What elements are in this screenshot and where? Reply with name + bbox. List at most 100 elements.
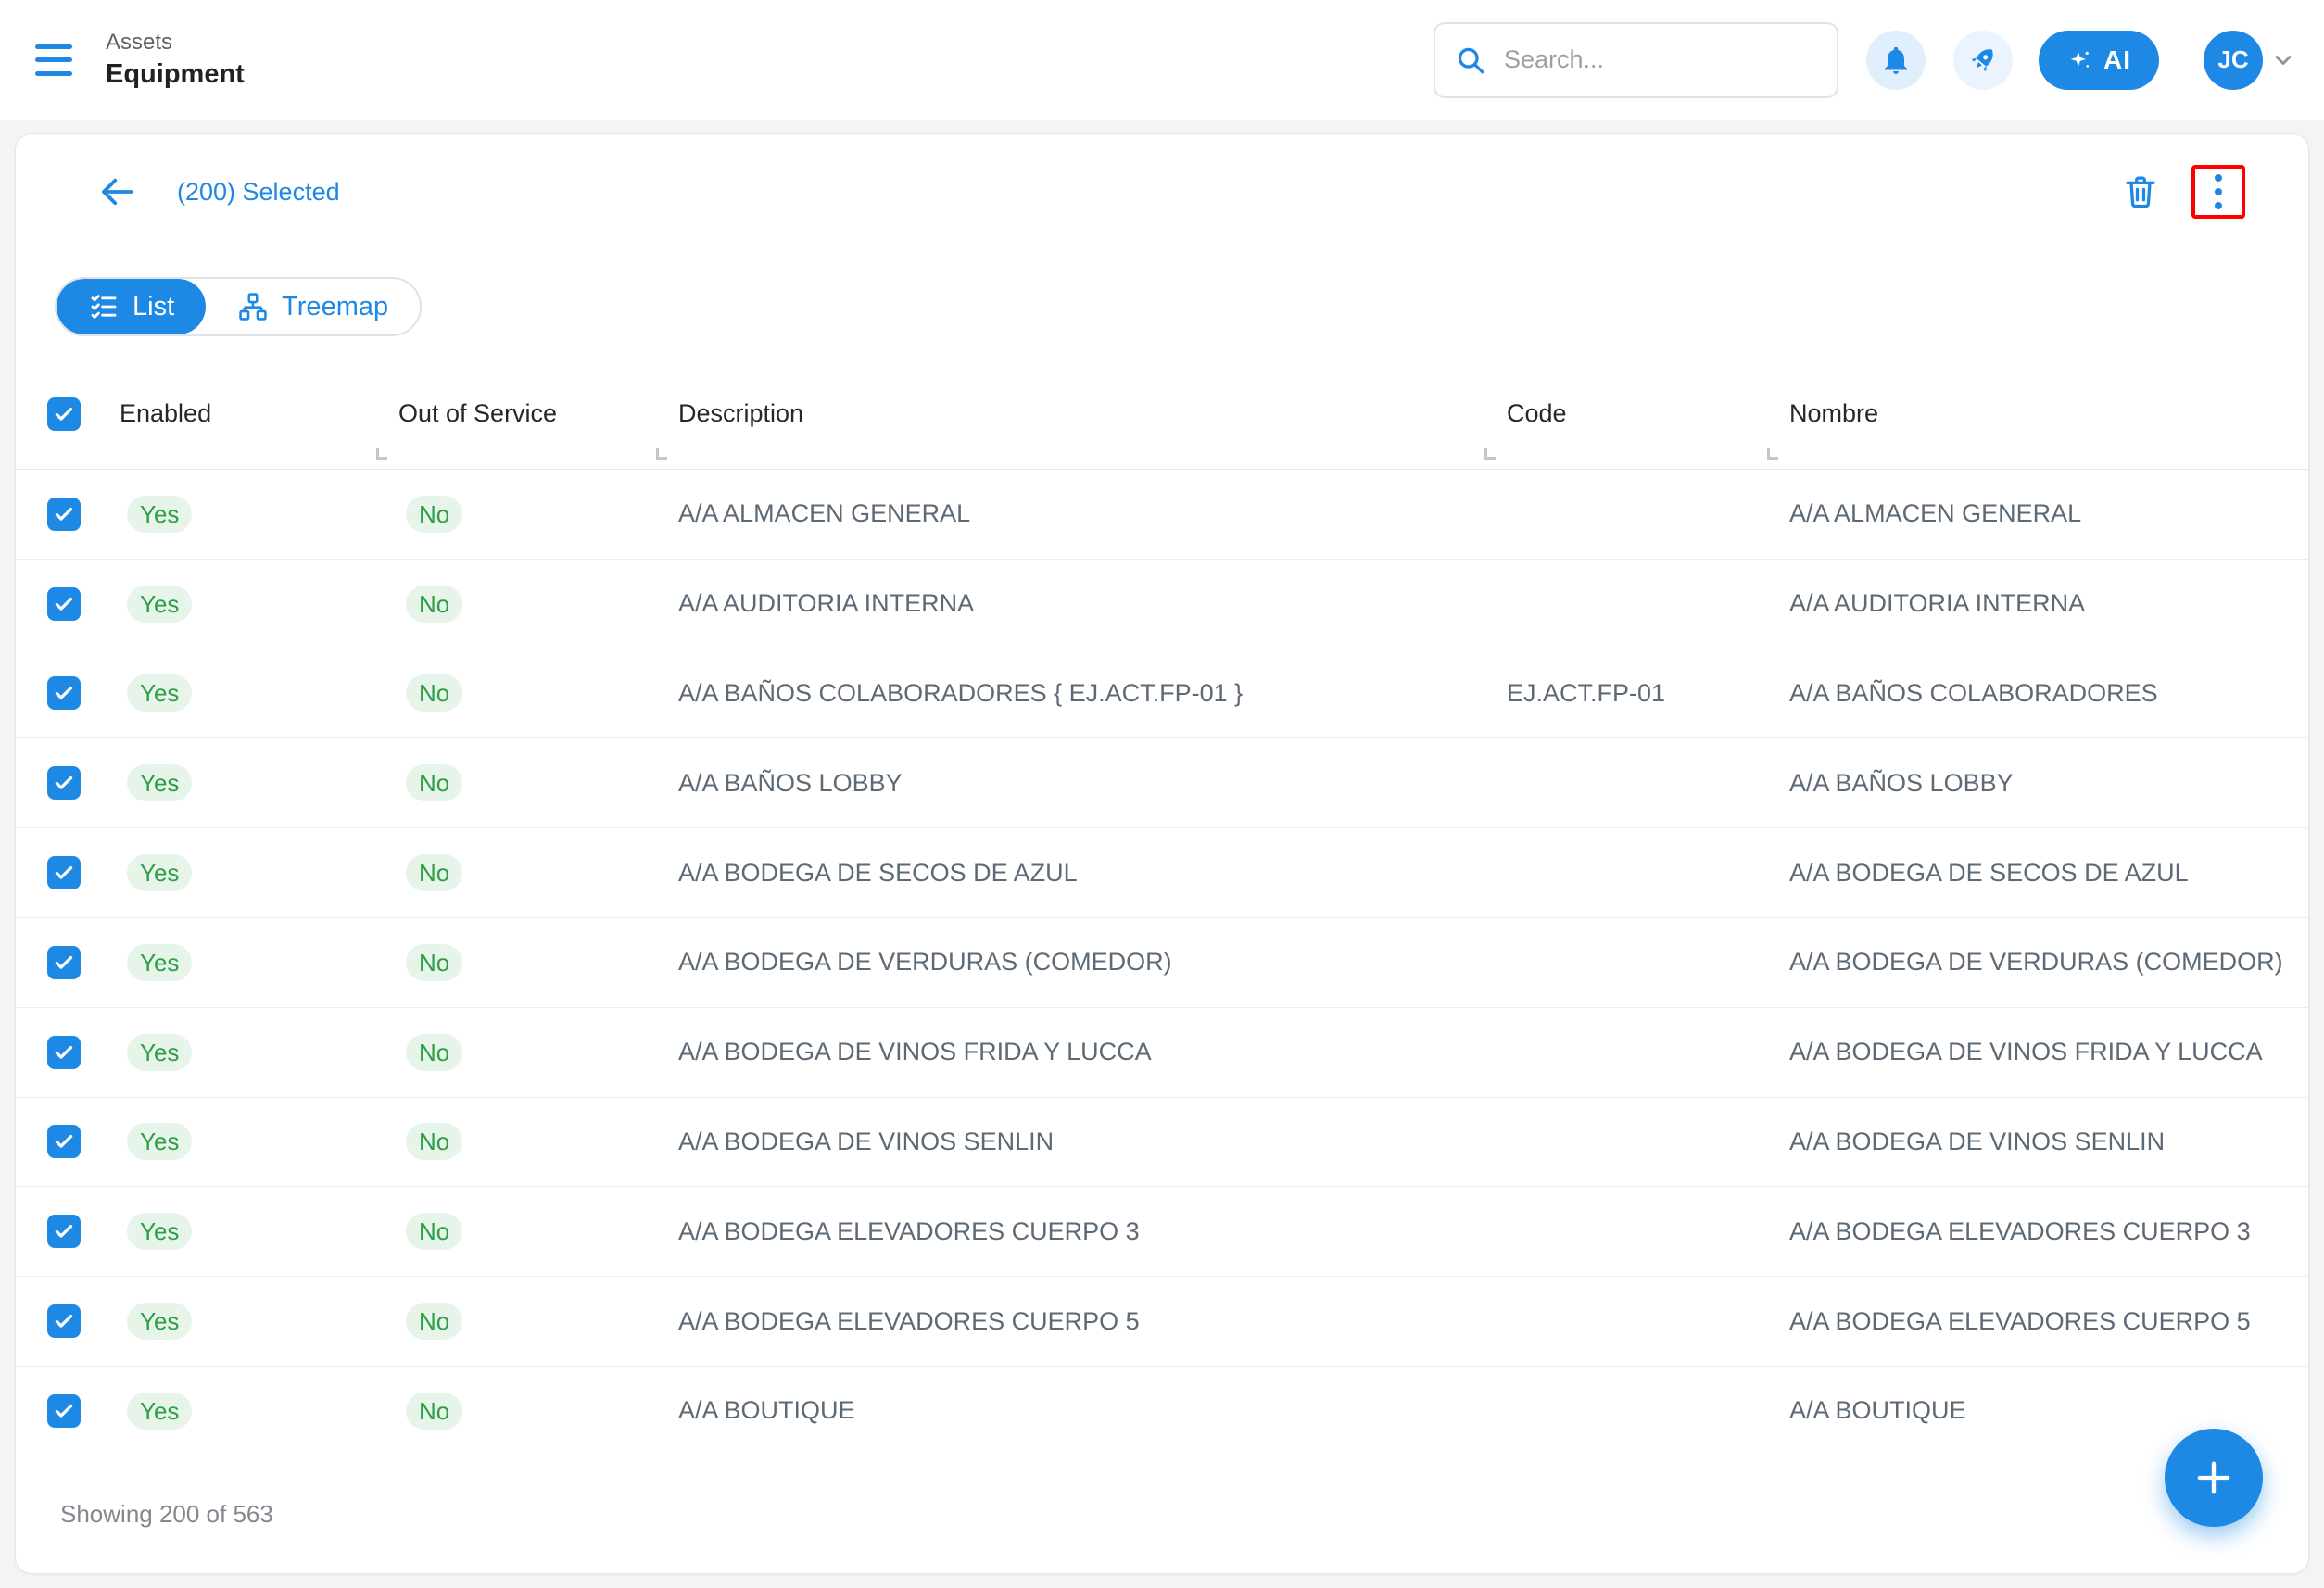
table-row[interactable]: Yes No A/A BODEGA ELEVADORES CUERPO 5 A/…: [16, 1277, 2308, 1367]
table-row[interactable]: Yes No A/A BOUTIQUE A/A BOUTIQUE: [16, 1367, 2308, 1456]
check-icon: [52, 1040, 76, 1065]
avatar-initials: JC: [2217, 45, 2248, 74]
table-row[interactable]: Yes No A/A BODEGA DE VERDURAS (COMEDOR) …: [16, 918, 2308, 1008]
nombre-cell: A/A BODEGA DE VERDURAS (COMEDOR): [1789, 948, 2283, 977]
page-title: Equipment: [106, 59, 245, 90]
nombre-cell: A/A BODEGA ELEVADORES CUERPO 3: [1789, 1217, 2251, 1246]
nombre-cell: A/A BOUTIQUE: [1789, 1396, 1966, 1425]
kebab-icon: [2215, 174, 2222, 182]
nombre-cell: A/A BODEGA DE VINOS SENLIN: [1789, 1128, 2165, 1156]
table-row[interactable]: Yes No A/A BODEGA DE VINOS SENLIN A/A BO…: [16, 1098, 2308, 1188]
menu-icon[interactable]: [35, 44, 76, 76]
table-row[interactable]: Yes No A/A BAÑOS COLABORADORES { EJ.ACT.…: [16, 649, 2308, 739]
rocket-button[interactable]: [1953, 31, 2013, 90]
tab-list[interactable]: List: [57, 279, 206, 334]
select-all-checkbox[interactable]: [47, 397, 81, 431]
enabled-badge: Yes: [127, 1303, 192, 1340]
enabled-badge: Yes: [127, 586, 192, 623]
add-button[interactable]: [2165, 1429, 2263, 1527]
row-checkbox[interactable]: [47, 587, 81, 621]
table-header: Enabled Out of Service Description Code …: [16, 336, 2308, 470]
ai-button-label: AI: [2103, 45, 2131, 75]
description-cell: A/A BODEGA DE VERDURAS (COMEDOR): [678, 948, 1172, 977]
column-resize-handle[interactable]: [1767, 448, 1778, 460]
view-toggle: List Treemap: [55, 277, 422, 336]
enabled-badge: Yes: [127, 1393, 192, 1430]
description-cell: A/A AUDITORIA INTERNA: [678, 589, 974, 618]
notifications-button[interactable]: [1866, 31, 1926, 90]
delete-button[interactable]: [2121, 172, 2160, 211]
description-cell: A/A BAÑOS COLABORADORES { EJ.ACT.FP-01 }: [678, 679, 1243, 708]
search-input[interactable]: [1504, 45, 1818, 74]
row-checkbox[interactable]: [47, 1036, 81, 1069]
row-checkbox[interactable]: [47, 766, 81, 800]
breadcrumb: Assets Equipment: [106, 30, 245, 90]
page-background: (200) Selected: [0, 120, 2324, 1588]
table-row[interactable]: Yes No A/A ALMACEN GENERAL A/A ALMACEN G…: [16, 470, 2308, 560]
search-box[interactable]: [1434, 22, 1838, 98]
check-icon: [52, 1399, 76, 1423]
out-of-service-badge: No: [406, 1213, 462, 1250]
check-icon: [52, 951, 76, 975]
treemap-icon: [237, 291, 269, 322]
description-cell: A/A ALMACEN GENERAL: [678, 499, 970, 528]
row-checkbox[interactable]: [47, 676, 81, 710]
back-button[interactable]: [97, 172, 136, 211]
enabled-badge: Yes: [127, 1213, 192, 1250]
column-header-code[interactable]: Code: [1507, 399, 1789, 428]
table-row[interactable]: Yes No A/A BODEGA DE SECOS DE AZUL A/A B…: [16, 828, 2308, 918]
breadcrumb-section[interactable]: Assets: [106, 30, 245, 56]
avatar[interactable]: JC: [2204, 31, 2263, 90]
row-checkbox[interactable]: [47, 946, 81, 979]
row-checkbox[interactable]: [47, 1304, 81, 1338]
sparkle-icon: [2066, 47, 2092, 73]
out-of-service-badge: No: [406, 944, 462, 981]
table-row[interactable]: Yes No A/A BAÑOS LOBBY A/A BAÑOS LOBBY: [16, 738, 2308, 828]
selection-toolbar: (200) Selected: [16, 162, 2308, 221]
ai-button[interactable]: AI: [2039, 31, 2159, 90]
more-options-button[interactable]: [2209, 169, 2228, 215]
plus-icon: [2190, 1454, 2238, 1502]
table-row[interactable]: Yes No A/A BODEGA DE VINOS FRIDA Y LUCCA…: [16, 1008, 2308, 1098]
chevron-down-icon[interactable]: [2270, 47, 2296, 73]
nombre-cell: A/A BODEGA ELEVADORES CUERPO 5: [1789, 1307, 2251, 1336]
nombre-cell: A/A BAÑOS COLABORADORES: [1789, 679, 2158, 708]
out-of-service-badge: No: [406, 764, 462, 801]
selected-count[interactable]: (200) Selected: [177, 178, 340, 207]
column-resize-handle[interactable]: [656, 448, 667, 460]
check-icon: [52, 771, 76, 795]
row-checkbox[interactable]: [47, 856, 81, 889]
description-cell: A/A BOUTIQUE: [678, 1396, 855, 1425]
description-cell: A/A BODEGA ELEVADORES CUERPO 5: [678, 1307, 1140, 1336]
row-checkbox[interactable]: [47, 1215, 81, 1248]
tab-treemap-label: Treemap: [282, 292, 388, 322]
description-cell: A/A BODEGA DE SECOS DE AZUL: [678, 859, 1078, 888]
nombre-cell: A/A BAÑOS LOBBY: [1789, 769, 2014, 798]
enabled-badge: Yes: [127, 674, 192, 712]
bell-icon: [1879, 44, 1913, 77]
table-footer: Showing 200 of 563: [16, 1456, 2308, 1573]
table-body: Yes No A/A ALMACEN GENERAL A/A ALMACEN G…: [16, 470, 2308, 1456]
out-of-service-badge: No: [406, 854, 462, 891]
out-of-service-badge: No: [406, 586, 462, 623]
table-row[interactable]: Yes No A/A BODEGA ELEVADORES CUERPO 3 A/…: [16, 1187, 2308, 1277]
row-checkbox[interactable]: [47, 1125, 81, 1158]
tab-treemap[interactable]: Treemap: [206, 279, 420, 334]
enabled-badge: Yes: [127, 1034, 192, 1071]
nombre-cell: A/A BODEGA DE SECOS DE AZUL: [1789, 859, 2189, 888]
check-icon: [52, 681, 76, 705]
check-icon: [52, 502, 76, 526]
column-resize-handle[interactable]: [1484, 448, 1496, 460]
row-checkbox[interactable]: [47, 1394, 81, 1428]
column-resize-handle[interactable]: [376, 448, 387, 460]
column-header-enabled[interactable]: Enabled: [120, 399, 398, 428]
enabled-badge: Yes: [127, 1123, 192, 1160]
list-icon: [88, 291, 120, 322]
enabled-badge: Yes: [127, 854, 192, 891]
column-header-nombre[interactable]: Nombre: [1789, 399, 2308, 428]
more-options-highlight: [2191, 165, 2245, 219]
column-header-description[interactable]: Description: [678, 399, 1507, 428]
table-row[interactable]: Yes No A/A AUDITORIA INTERNA A/A AUDITOR…: [16, 560, 2308, 649]
column-header-out-of-service[interactable]: Out of Service: [398, 399, 678, 428]
row-checkbox[interactable]: [47, 498, 81, 531]
